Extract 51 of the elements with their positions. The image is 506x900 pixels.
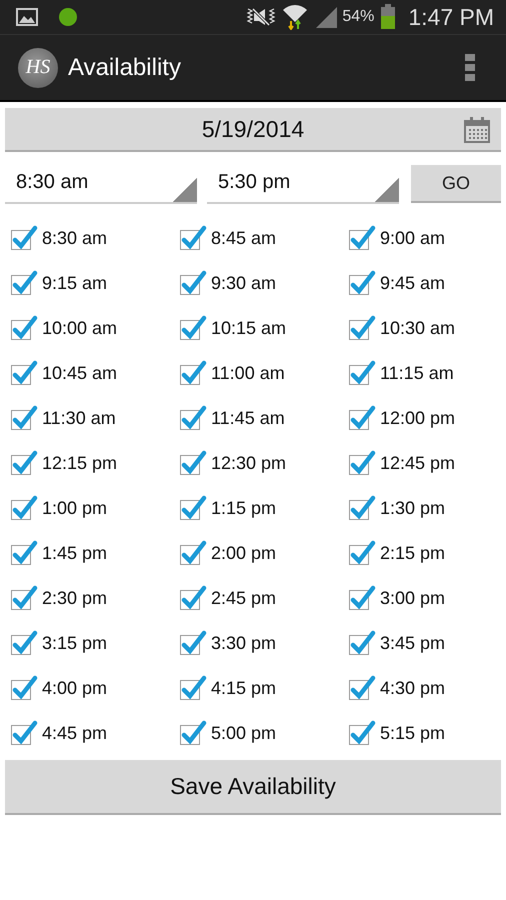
time-slot-label: 1:45 pm [42, 543, 108, 564]
time-slot-label: 4:00 pm [42, 678, 108, 699]
clock: 1:47 PM [408, 4, 494, 30]
time-slot-label: 5:15 pm [380, 723, 446, 744]
time-slot-label: 4:45 pm [42, 723, 108, 744]
time-slot-label: 12:45 pm [380, 453, 456, 474]
time-slot-label: 9:45 am [380, 273, 446, 294]
go-button[interactable]: GO [411, 165, 501, 203]
time-slot-label: 4:15 pm [211, 678, 276, 699]
time-slot-label: 11:00 am [211, 363, 285, 384]
battery-icon [380, 4, 396, 30]
time-slot-label: 1:15 pm [211, 498, 276, 519]
time-slot-label: 9:30 am [211, 273, 276, 294]
time-slot-label: 10:15 am [211, 318, 286, 339]
time-slot-label: 3:45 pm [380, 633, 446, 654]
time-slot-label: 11:15 am [380, 363, 454, 384]
overflow-menu-icon[interactable] [464, 52, 476, 82]
time-slot-label: 12:30 pm [211, 453, 286, 474]
time-slot-label: 10:45 am [42, 363, 118, 384]
time-slot-label: 5:00 pm [211, 723, 276, 744]
time-slot-label: 9:00 am [380, 228, 446, 249]
time-slot-label: 4:30 pm [380, 678, 446, 699]
status-dot-icon [58, 7, 78, 27]
save-button[interactable]: Save Availability [5, 760, 501, 815]
calendar-icon [463, 116, 491, 144]
time-slot-label: 10:30 am [380, 318, 456, 339]
screen-title: Availability [68, 54, 181, 82]
time-slot-label: 9:15 am [42, 273, 108, 294]
time-slot-label: 11:45 am [211, 408, 285, 429]
mute-icon [246, 7, 276, 27]
time-slot-label: 8:45 am [211, 228, 276, 249]
time-slot-label: 11:30 am [42, 408, 116, 429]
time-slot-label: 3:00 pm [380, 588, 446, 609]
time-slot-label: 2:00 pm [211, 543, 276, 564]
time-slot-label: 2:45 pm [211, 588, 276, 609]
time-slot-label: 1:30 pm [380, 498, 446, 519]
time-slot-label: 8:30 am [42, 228, 108, 249]
time-slot-label: 10:00 am [42, 318, 118, 339]
time-slot-label: 3:30 pm [211, 633, 276, 654]
time-slot-label: 3:15 pm [42, 633, 108, 654]
time-slot-label: 12:15 pm [42, 453, 118, 474]
time-slot-label: 2:15 pm [380, 543, 446, 564]
signal-icon [314, 5, 338, 29]
time-slot-label: 1:00 pm [42, 498, 108, 519]
app-logo: HS [18, 48, 58, 88]
time-slot-label: 2:30 pm [42, 588, 108, 609]
date-button[interactable]: 5/19/2014 [5, 108, 501, 152]
image-icon [16, 8, 38, 26]
wifi-icon [282, 4, 308, 30]
battery-percent: 54% [342, 8, 374, 26]
time-slot-label: 12:00 pm [380, 408, 456, 429]
